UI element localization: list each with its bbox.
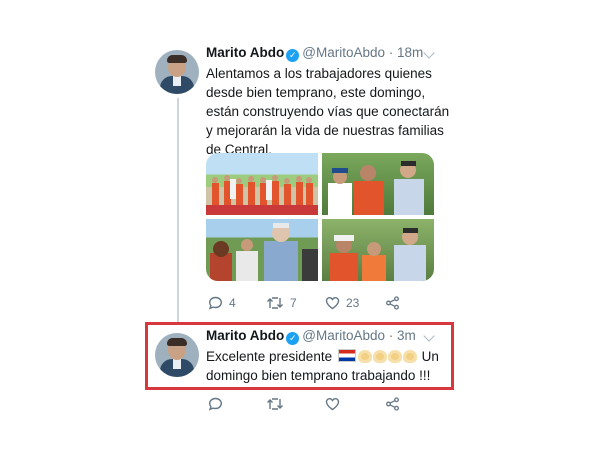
reply-button[interactable]: 4 bbox=[208, 296, 236, 310]
verified-badge-icon: ✓ bbox=[286, 332, 300, 345]
photo-grid[interactable] bbox=[206, 153, 434, 281]
retweet-icon bbox=[267, 398, 283, 410]
avatar-hair bbox=[167, 55, 187, 63]
photo-handshake[interactable] bbox=[322, 153, 434, 215]
author-handle-time[interactable]: @MaritoAbdo · 18m bbox=[302, 45, 423, 60]
avatar[interactable] bbox=[155, 333, 199, 377]
photo-workers-group-art bbox=[206, 175, 318, 215]
reply-button[interactable] bbox=[208, 397, 223, 411]
like-button[interactable]: 23 bbox=[325, 296, 359, 310]
tweet-header: Marito Abdo ✓ @MaritoAbdo · 3m bbox=[206, 328, 416, 345]
retweet-button[interactable] bbox=[266, 397, 284, 411]
tweet-text-line: están construyendo vías que conectarán bbox=[206, 104, 450, 119]
retweet-icon bbox=[267, 297, 283, 309]
thread-connector-line bbox=[177, 98, 179, 324]
tweet-text-line: domingo bien temprano trabajando !!! bbox=[206, 368, 431, 383]
photo-crowd[interactable] bbox=[206, 219, 318, 281]
retweet-button[interactable]: 7 bbox=[266, 296, 297, 310]
share-button[interactable] bbox=[385, 397, 400, 411]
avatar[interactable] bbox=[155, 50, 199, 94]
author-name[interactable]: Marito Abdo bbox=[206, 328, 284, 343]
avatar-hair bbox=[167, 338, 187, 346]
like-icon bbox=[325, 397, 340, 411]
photo-crowd-art bbox=[210, 223, 318, 281]
share-button[interactable] bbox=[385, 296, 400, 310]
reply-count: 4 bbox=[229, 296, 236, 310]
photo-worker-greeting[interactable] bbox=[322, 219, 434, 281]
share-icon bbox=[386, 296, 399, 310]
author-name[interactable]: Marito Abdo bbox=[206, 45, 284, 60]
tweet-text-line: desde bien temprano, este domingo, bbox=[206, 85, 426, 100]
clapping-hands-icon bbox=[358, 350, 373, 363]
paraguay-flag-icon bbox=[337, 349, 356, 362]
tweet-text-line: Excelente presidente Un bbox=[206, 347, 439, 366]
tweet-text-start: Excelente presidente bbox=[206, 349, 333, 364]
avatar-shirt bbox=[173, 359, 181, 369]
tweet-text: Excelente presidente Un domingo bien tem… bbox=[206, 347, 439, 385]
clapping-hands-icon bbox=[388, 350, 403, 363]
photo-worker-greeting-art bbox=[330, 228, 426, 281]
photo-workers-group[interactable] bbox=[206, 153, 318, 215]
tweet-header: Marito Abdo ✓ @MaritoAbdo · 18m bbox=[206, 45, 423, 62]
tweet-text-end: Un bbox=[421, 349, 439, 364]
clapping-hands-icon bbox=[403, 350, 418, 363]
photo-handshake-art bbox=[328, 161, 424, 215]
tweet-text-line: Alentamos a los trabajadores quienes bbox=[206, 66, 432, 81]
reply-icon bbox=[208, 397, 223, 411]
avatar-shirt bbox=[173, 76, 181, 86]
tweet-text: Alentamos a los trabajadores quienes des… bbox=[206, 64, 449, 159]
clapping-hands-icon bbox=[373, 350, 388, 363]
like-count: 23 bbox=[346, 296, 360, 310]
retweet-count: 7 bbox=[290, 296, 297, 310]
like-button[interactable] bbox=[325, 397, 340, 411]
tweet-text-line: y mejorarán la vida de nuestras familias bbox=[206, 123, 444, 138]
author-handle-time[interactable]: @MaritoAbdo · 3m bbox=[302, 328, 416, 343]
reply-icon bbox=[208, 296, 223, 310]
share-icon bbox=[386, 397, 399, 411]
like-icon bbox=[325, 296, 340, 310]
verified-badge-icon: ✓ bbox=[286, 49, 300, 62]
